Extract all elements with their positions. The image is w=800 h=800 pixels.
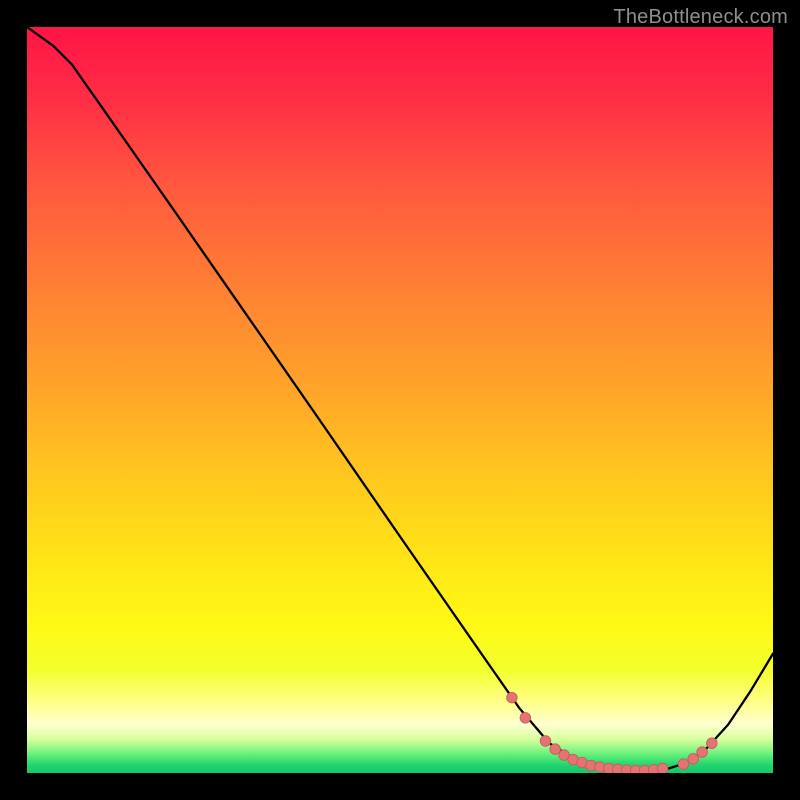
- data-marker: [707, 738, 718, 749]
- data-marker: [697, 747, 708, 758]
- data-marker: [540, 736, 551, 747]
- bottleneck-chart: [27, 27, 773, 773]
- data-marker: [678, 759, 689, 770]
- attribution-text: TheBottleneck.com: [613, 6, 788, 29]
- data-marker: [688, 754, 699, 765]
- data-marker: [520, 713, 531, 724]
- data-marker: [507, 692, 518, 703]
- data-marker: [657, 763, 668, 773]
- chart-frame: TheBottleneck.com: [0, 0, 800, 800]
- data-marker: [550, 744, 561, 755]
